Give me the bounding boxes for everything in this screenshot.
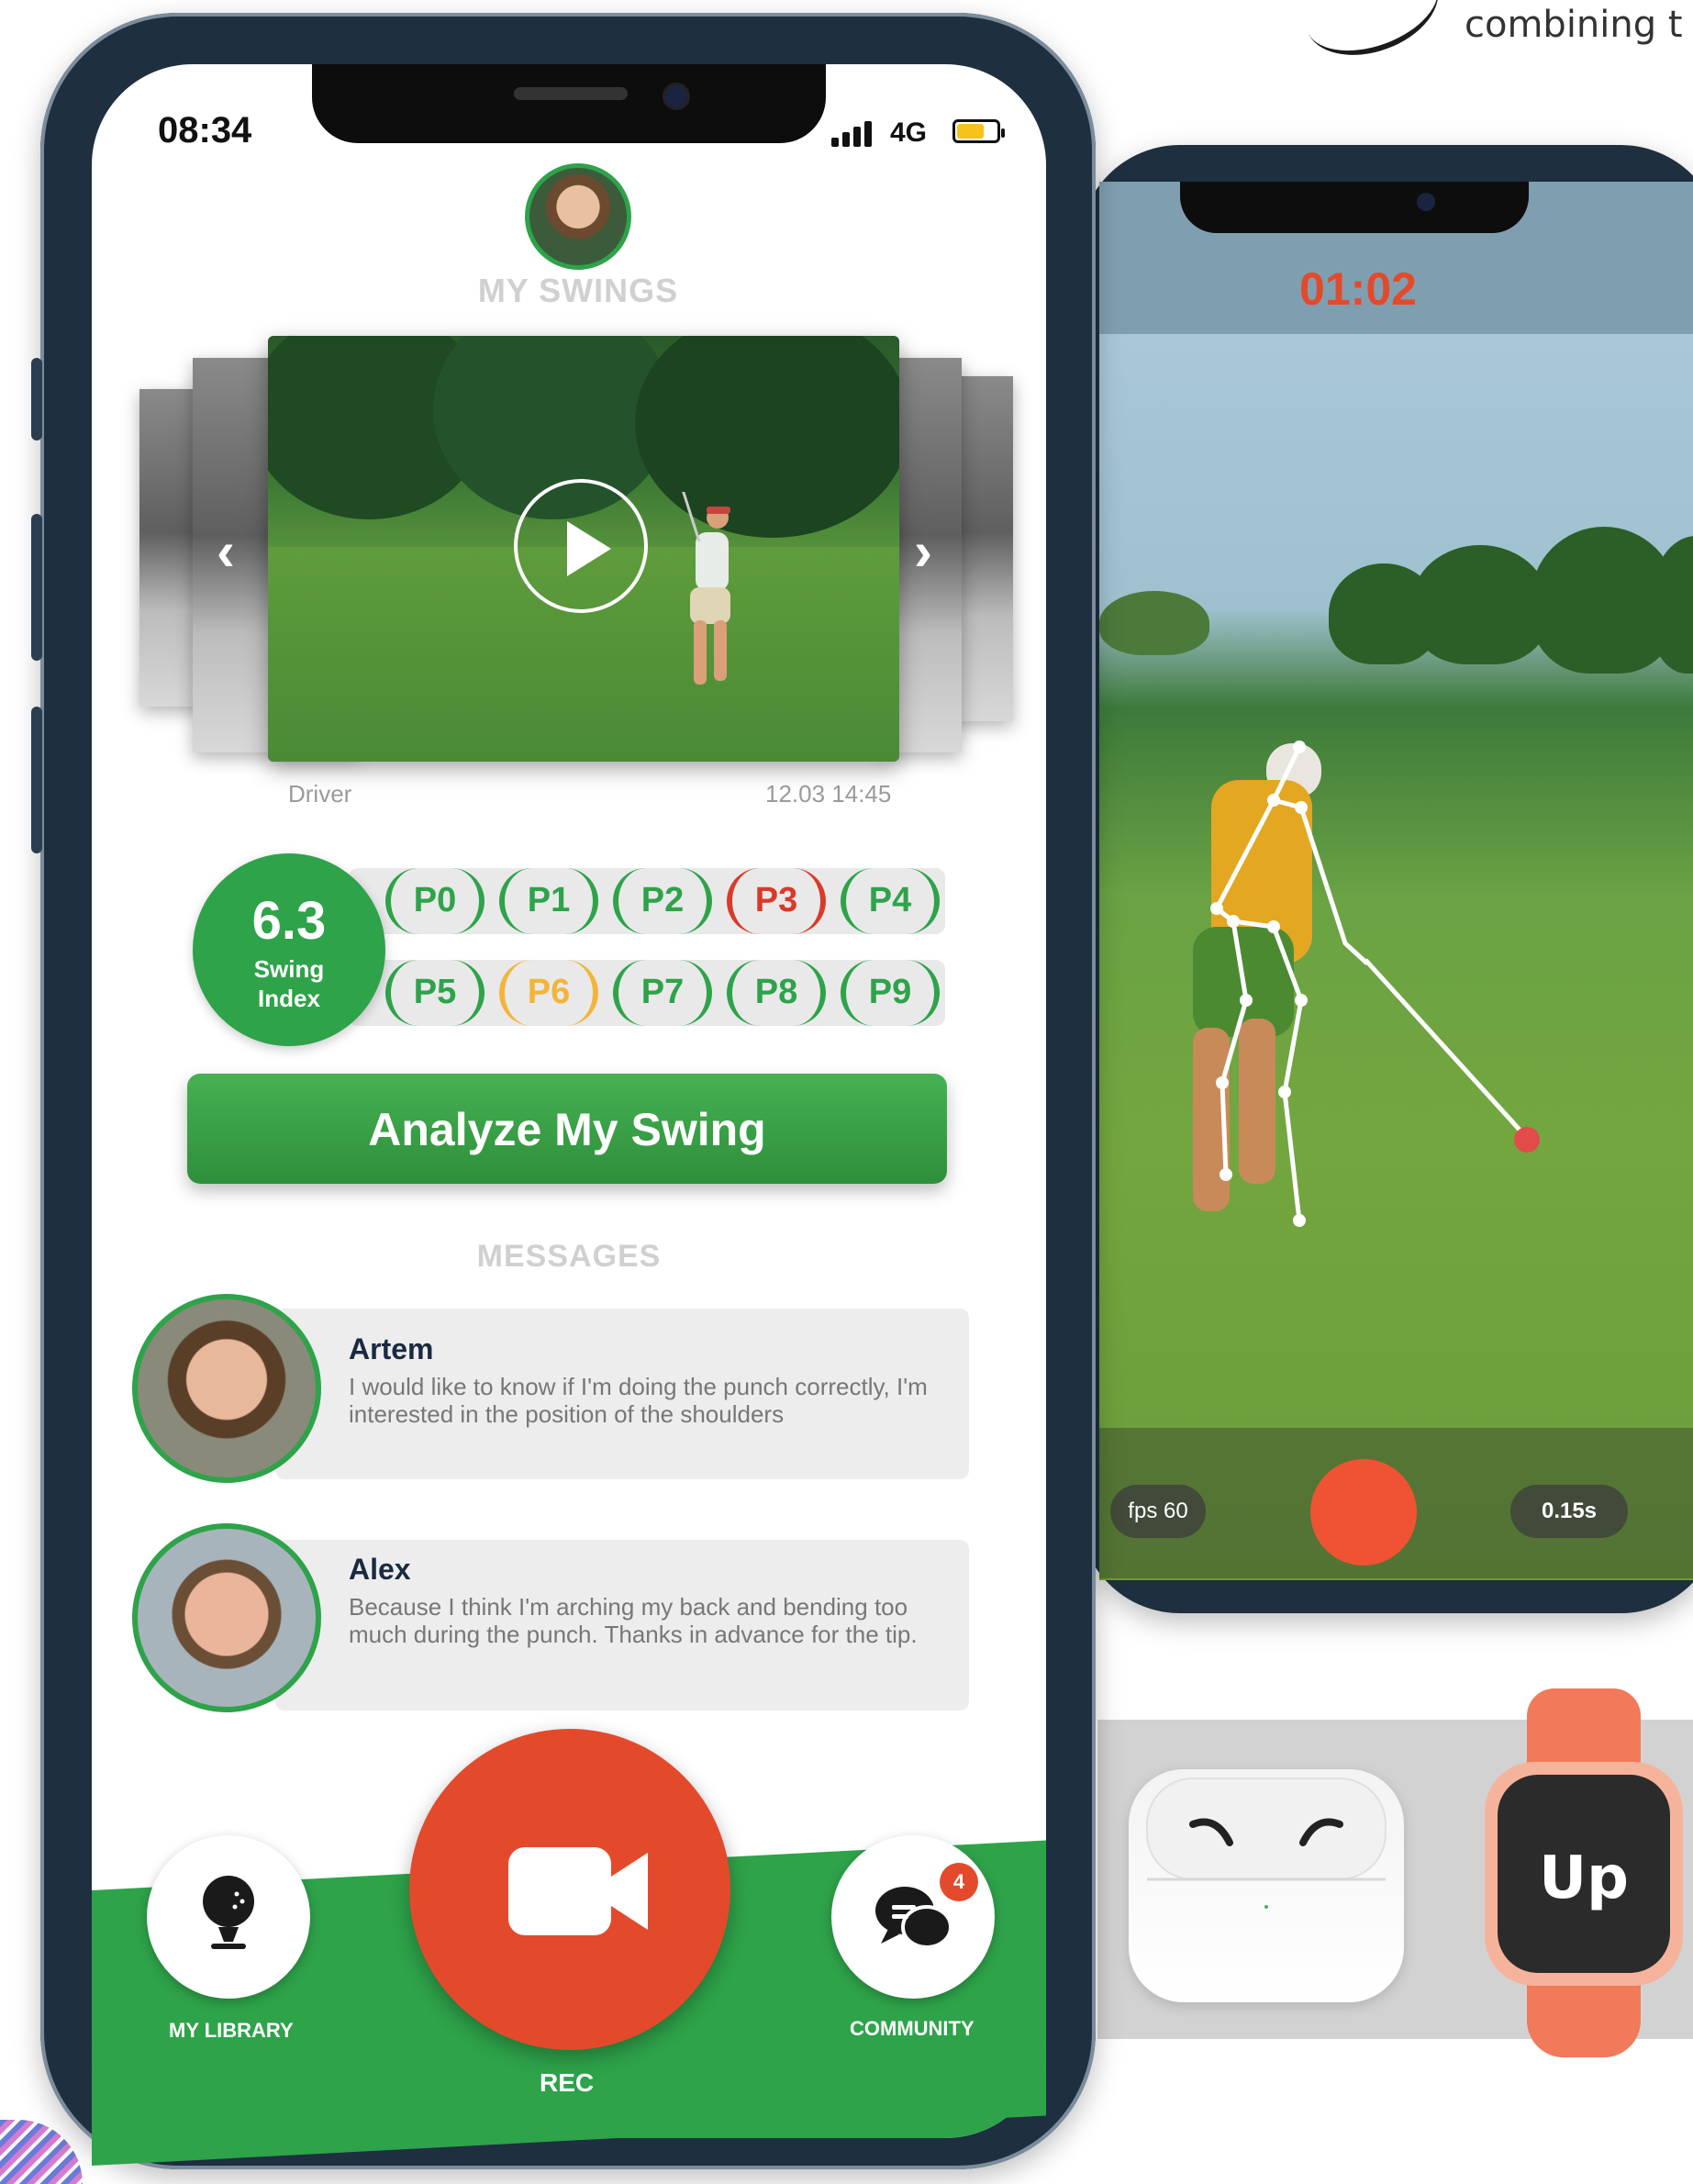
golf-tee-icon — [203, 1876, 254, 1949]
volume-up-button — [31, 514, 42, 661]
recording-timer: 01:02 — [1299, 263, 1417, 315]
analyze-swing-button[interactable]: Analyze My Swing — [187, 1074, 947, 1184]
my-swings-title: MY SWINGS — [477, 272, 679, 309]
carousel-prev-chevron-icon[interactable]: ‹ — [217, 519, 235, 583]
artem-avatar[interactable] — [132, 1294, 321, 1483]
message-sender-name: Artem — [349, 1332, 434, 1365]
side-button — [31, 358, 42, 440]
camera-notch — [1180, 182, 1529, 233]
shutter-speed-toggle[interactable]: 0.15s — [1510, 1485, 1628, 1538]
positions-row-2: P5 P6 P7 P8 P9 — [349, 960, 945, 1026]
messages-title: MESSAGES — [476, 1239, 662, 1274]
carousel-next-chevron-icon[interactable]: › — [914, 519, 932, 583]
golfer-figure — [682, 492, 730, 685]
position-chip-p3[interactable]: P3 — [727, 868, 826, 934]
profile-avatar[interactable] — [525, 163, 631, 270]
swing-index-value: 6.3 — [251, 891, 327, 951]
position-chip-p9[interactable]: P9 — [841, 960, 940, 1026]
my-library-button[interactable] — [147, 1835, 310, 1999]
my-library-label[interactable]: MY LIBRARY — [169, 2019, 294, 2043]
video-camera-icon — [508, 1847, 648, 1935]
position-chip-p7[interactable]: P7 — [613, 960, 712, 1026]
swing-index-label: Swing Index — [253, 955, 325, 1012]
phone-notch — [312, 64, 826, 143]
swing-date-label: 12.03 14:45 — [765, 780, 892, 808]
position-chip-p8[interactable]: P8 — [727, 960, 826, 1026]
message-sender-name: Alex — [349, 1553, 411, 1586]
message-item-alex[interactable]: Alex Because I think I'm arching my back… — [275, 1540, 969, 1710]
position-chip-p0[interactable]: P0 — [385, 868, 485, 934]
brand-swoosh-logo — [1292, 0, 1452, 72]
alex-avatar[interactable] — [132, 1523, 321, 1712]
position-chip-p6[interactable]: P6 — [499, 960, 598, 1026]
community-notification-badge: 4 — [940, 1863, 978, 1901]
position-chip-p5[interactable]: P5 — [385, 960, 485, 1026]
airpods-case-image — [1129, 1769, 1404, 2002]
swing-club-label: Driver — [288, 780, 352, 808]
volume-down-button — [31, 707, 42, 853]
battery-icon — [952, 119, 1005, 143]
message-text: I would like to know if I'm doing the pu… — [349, 1373, 928, 1428]
positions-row-1: P0 P1 P2 P3 P4 — [349, 868, 945, 934]
signal-icon — [831, 119, 875, 147]
message-item-artem[interactable]: Artem I would like to know if I'm doing … — [275, 1309, 969, 1479]
status-time: 08:34 — [158, 110, 252, 150]
network-type: 4G — [890, 117, 928, 148]
speaker-grille — [514, 87, 628, 100]
swing-index-badge[interactable]: 6.3 Swing Index — [193, 853, 385, 1046]
record-shutter-button[interactable] — [1310, 1459, 1417, 1566]
community-label[interactable]: COMMUNITY — [850, 2017, 975, 2041]
fps-toggle[interactable]: fps 60 — [1110, 1485, 1206, 1538]
watch-app-logo: Up — [1539, 1844, 1629, 1912]
rec-button[interactable] — [409, 1729, 730, 2050]
airpods-icon — [1146, 1777, 1387, 1909]
chat-bubbles-icon — [875, 1887, 952, 1949]
pose-skeleton-overlay — [1193, 741, 1540, 1227]
decorative-pattern — [0, 2120, 83, 2184]
position-chip-p4[interactable]: P4 — [841, 868, 940, 934]
community-button[interactable] — [831, 1835, 995, 1999]
brand-tagline: combining t — [1465, 4, 1683, 46]
front-camera-icon — [663, 83, 690, 110]
front-camera-icon — [1417, 193, 1435, 211]
position-chip-p1[interactable]: P1 — [499, 868, 598, 934]
play-button[interactable] — [514, 479, 648, 613]
message-text: Because I think I'm arching my back and … — [349, 1593, 918, 1648]
rec-label[interactable]: REC — [540, 2068, 594, 2098]
position-chip-p2[interactable]: P2 — [613, 868, 712, 934]
